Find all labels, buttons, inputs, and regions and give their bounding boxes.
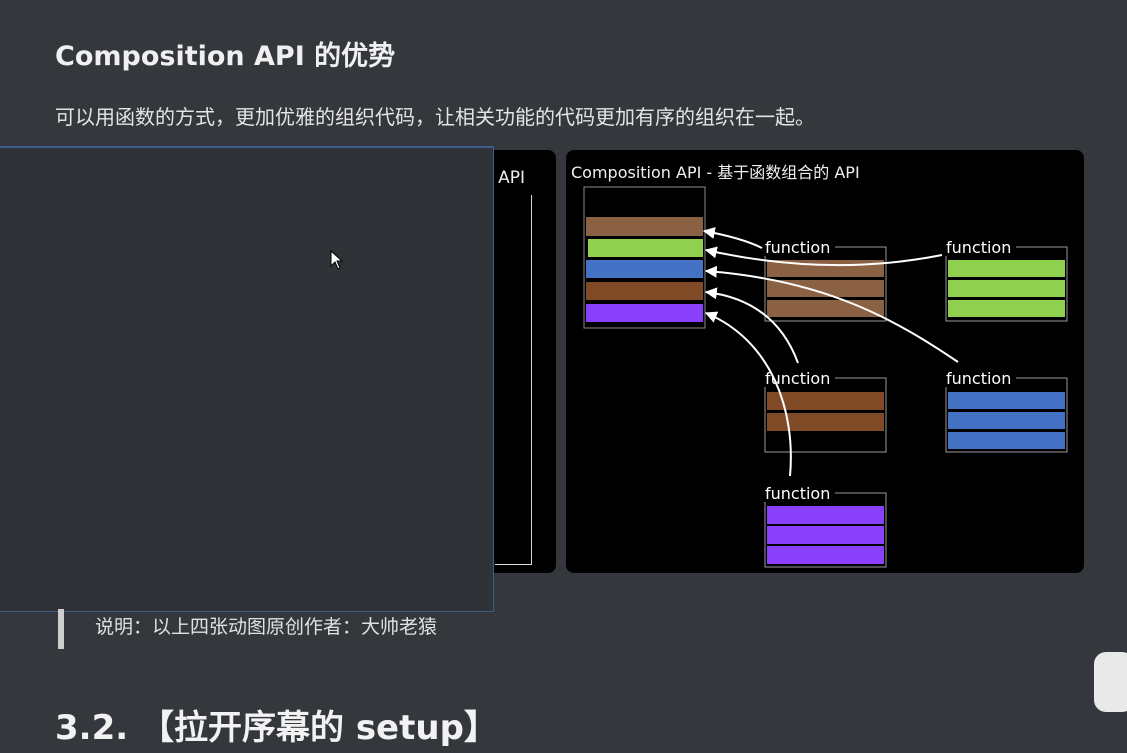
figure-frame-bottom [495, 564, 532, 565]
component-row-tan [586, 217, 703, 236]
function-row-blue-1 [948, 392, 1065, 409]
function-label-purple: function [765, 484, 830, 503]
blockquote-bar [58, 609, 64, 649]
function-row-green-1 [948, 260, 1065, 277]
function-row-blue-3 [948, 432, 1065, 449]
attribution-note: 说明：以上四张动图原创作者：大帅老猿 [95, 616, 438, 638]
composition-diagram: Composition API - 基于函数组合的 API function f… [571, 163, 1068, 568]
function-row-purple-2 [767, 526, 884, 544]
composition-api-figure: Composition API - 基于函数组合的 API function f… [566, 150, 1084, 573]
overlay-panel[interactable] [0, 146, 494, 612]
function-label-blue: function [946, 369, 1011, 388]
arrow-tan [702, 227, 763, 249]
component-row-purple [586, 304, 703, 322]
section-title: 3.2. 【拉开序幕的 setup】 [55, 708, 498, 748]
function-row-rust-2 [767, 413, 884, 431]
diagram-title: Composition API - 基于函数组合的 API [571, 163, 860, 182]
intro-paragraph: 可以用函数的方式，更加优雅的组织代码，让相关功能的代码更加有序的组织在一起。 [55, 105, 815, 129]
function-row-green-3 [948, 300, 1065, 317]
app-corner-icon[interactable] [1094, 652, 1127, 712]
function-row-purple-1 [767, 506, 884, 524]
function-row-purple-3 [767, 546, 884, 564]
function-row-green-2 [948, 280, 1065, 297]
function-label-green: function [946, 238, 1011, 257]
section-heading: Composition API 的优势 [55, 41, 396, 72]
component-row-green [588, 239, 703, 257]
function-label-tan: function [765, 238, 830, 257]
mouse-cursor-icon [330, 250, 344, 270]
component-row-blue [586, 260, 703, 278]
component-row-rust [586, 282, 703, 300]
figure-frame-line [531, 195, 532, 565]
function-row-blue-2 [948, 412, 1065, 429]
